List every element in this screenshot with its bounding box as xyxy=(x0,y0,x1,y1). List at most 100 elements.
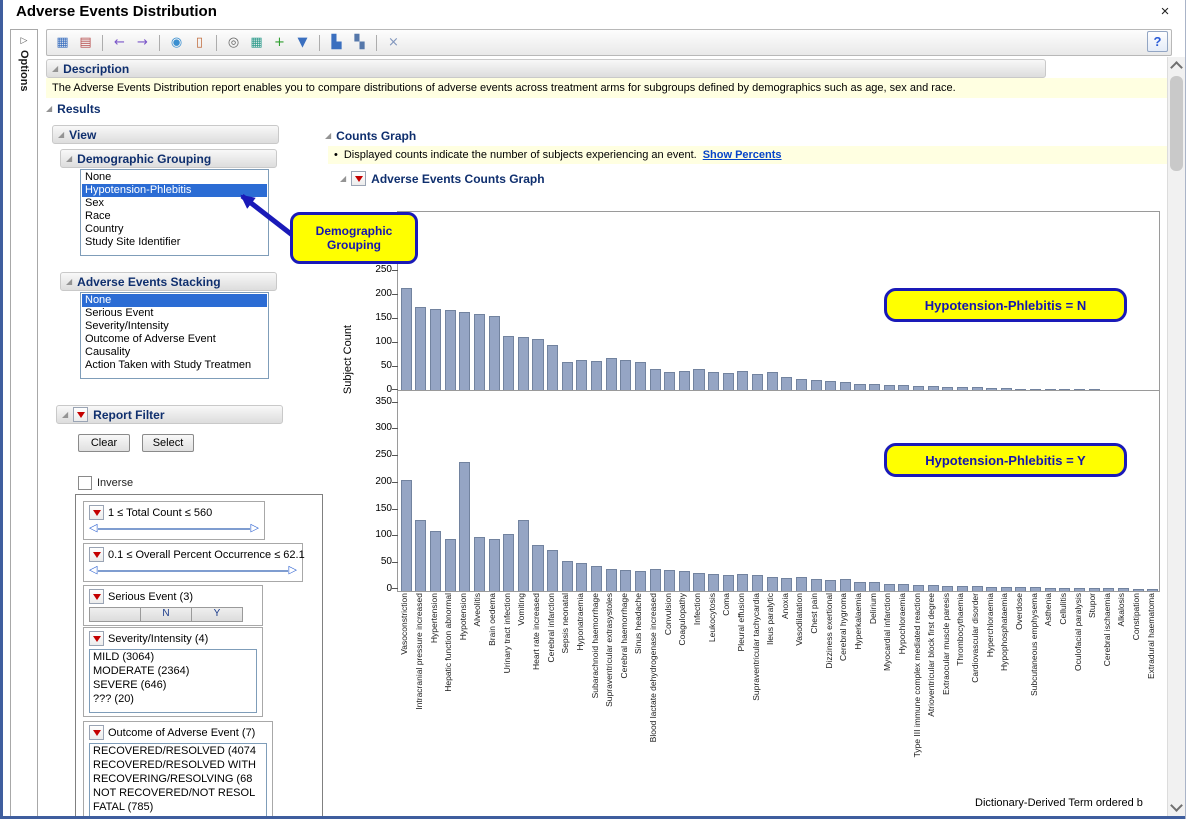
slider-track[interactable] xyxy=(98,570,288,572)
journal-icon[interactable]: ▤ xyxy=(75,32,96,53)
bar[interactable] xyxy=(723,575,734,591)
percent-occurrence-range-slider[interactable]: ◁ ▷ xyxy=(89,564,297,578)
bar[interactable] xyxy=(796,577,807,591)
list-item[interactable]: RECOVERED/RESOLVED WITH xyxy=(90,758,266,772)
bar[interactable] xyxy=(503,336,514,392)
bar[interactable] xyxy=(650,369,661,392)
bar[interactable] xyxy=(547,345,558,392)
list-item[interactable]: SEVERE (646) xyxy=(90,678,256,692)
bar[interactable] xyxy=(474,314,485,392)
severity-list[interactable]: MILD (3064)MODERATE (2364)SEVERE (646)??… xyxy=(89,649,257,713)
close-icon[interactable]: × xyxy=(1156,3,1174,21)
inverse-checkbox[interactable] xyxy=(78,476,92,490)
red-triangle-menu-icon[interactable] xyxy=(89,589,104,604)
list-item[interactable]: FATAL (785) xyxy=(90,800,266,814)
disclosure-icon[interactable]: ◢ xyxy=(58,131,64,139)
bar[interactable] xyxy=(708,574,719,591)
bar[interactable] xyxy=(679,371,690,392)
select-button[interactable]: Select xyxy=(142,434,194,452)
disclosure-icon[interactable]: ◢ xyxy=(52,65,58,73)
disclosure-icon[interactable]: ◢ xyxy=(325,132,331,140)
slider-right-handle-icon[interactable]: ▷ xyxy=(251,521,259,535)
bar[interactable] xyxy=(459,312,470,392)
bar[interactable] xyxy=(708,372,719,392)
list-item[interactable]: Country xyxy=(82,223,267,236)
list-item[interactable]: Outcome of Adverse Event xyxy=(82,333,267,346)
scrollbar-thumb[interactable] xyxy=(1170,76,1183,171)
clear-button[interactable]: Clear xyxy=(78,434,130,452)
previous-report-icon[interactable]: ← xyxy=(109,32,130,53)
demographic-grouping-callout[interactable]: Demographic Grouping xyxy=(290,212,418,264)
segment-button[interactable]: Y xyxy=(191,607,243,622)
bar[interactable] xyxy=(869,582,880,591)
bar[interactable] xyxy=(767,372,778,392)
bar[interactable] xyxy=(635,571,646,591)
bar[interactable] xyxy=(664,570,675,591)
bar[interactable] xyxy=(811,579,822,591)
slider-track[interactable] xyxy=(98,528,250,530)
study-table-icon[interactable]: ▦ xyxy=(246,32,267,53)
bar[interactable] xyxy=(693,573,704,591)
red-triangle-menu-icon[interactable] xyxy=(351,171,366,186)
bar[interactable] xyxy=(562,362,573,392)
distribution-icon[interactable]: ▚ xyxy=(349,32,370,53)
bar[interactable] xyxy=(415,307,426,392)
bar[interactable] xyxy=(576,360,587,392)
bar[interactable] xyxy=(401,288,412,392)
add-column-icon[interactable]: + xyxy=(269,32,290,53)
slider-left-handle-icon[interactable]: ◁ xyxy=(89,563,97,577)
data-table-icon[interactable]: ▦ xyxy=(52,32,73,53)
bar[interactable] xyxy=(606,569,617,591)
report-preview-icon[interactable]: ▯ xyxy=(189,32,210,53)
adverse-events-stacking-list[interactable]: NoneSerious EventSeverity/IntensityOutco… xyxy=(80,292,269,379)
list-item[interactable]: MILD (3064) xyxy=(90,650,256,664)
list-item[interactable]: Action Taken with Study Treatmen xyxy=(82,359,267,372)
bar[interactable] xyxy=(854,582,865,591)
vertical-scrollbar[interactable] xyxy=(1167,57,1185,816)
bar[interactable] xyxy=(591,361,602,392)
bar[interactable] xyxy=(737,371,748,392)
red-triangle-menu-icon[interactable] xyxy=(89,725,104,740)
slider-left-handle-icon[interactable]: ◁ xyxy=(89,521,97,535)
bar[interactable] xyxy=(503,534,514,591)
disclosure-icon[interactable]: ◢ xyxy=(66,278,72,286)
bar[interactable] xyxy=(489,539,500,591)
bar[interactable] xyxy=(401,480,412,591)
bar[interactable] xyxy=(650,569,661,591)
total-count-range-slider[interactable]: ◁ ▷ xyxy=(89,522,259,536)
bar[interactable] xyxy=(591,566,602,591)
globe-icon[interactable]: ◉ xyxy=(166,32,187,53)
bar[interactable] xyxy=(532,339,543,392)
next-report-icon[interactable]: → xyxy=(132,32,153,53)
segment-button[interactable] xyxy=(89,607,141,622)
list-item[interactable]: Race xyxy=(82,210,267,223)
bar[interactable] xyxy=(474,537,485,592)
group-y-callout[interactable]: Hypotension-Phlebitis = Y xyxy=(884,443,1127,477)
expand-options-icon[interactable]: ▷ xyxy=(11,35,37,46)
bar[interactable] xyxy=(445,539,456,591)
list-item[interactable]: MODERATE (2364) xyxy=(90,664,256,678)
search-icon[interactable]: ◎ xyxy=(223,32,244,53)
bar[interactable] xyxy=(781,578,792,591)
bar[interactable] xyxy=(562,561,573,591)
segment-button[interactable]: N xyxy=(140,607,192,622)
show-percents-link[interactable]: Show Percents xyxy=(703,149,782,161)
disclosure-icon[interactable]: ◢ xyxy=(62,411,68,419)
bar[interactable] xyxy=(767,577,778,591)
outcome-list[interactable]: RECOVERED/RESOLVED (4074RECOVERED/RESOLV… xyxy=(89,743,267,818)
bar[interactable] xyxy=(635,362,646,392)
disclosure-icon[interactable]: ◢ xyxy=(46,105,52,113)
red-triangle-menu-icon[interactable] xyxy=(89,631,104,646)
report-filter-header-bar[interactable]: ◢ Report Filter xyxy=(56,405,283,424)
bar[interactable] xyxy=(825,580,836,591)
bar[interactable] xyxy=(430,531,441,591)
bar[interactable] xyxy=(415,520,426,591)
bar[interactable] xyxy=(898,584,909,591)
bar-chart-icon[interactable]: ▙ xyxy=(326,32,347,53)
bar[interactable] xyxy=(737,574,748,591)
red-triangle-menu-icon[interactable] xyxy=(73,407,88,422)
list-item[interactable]: Causality xyxy=(82,346,267,359)
bar[interactable] xyxy=(620,570,631,591)
remove-icon[interactable]: × xyxy=(383,32,404,53)
bar[interactable] xyxy=(620,360,631,392)
